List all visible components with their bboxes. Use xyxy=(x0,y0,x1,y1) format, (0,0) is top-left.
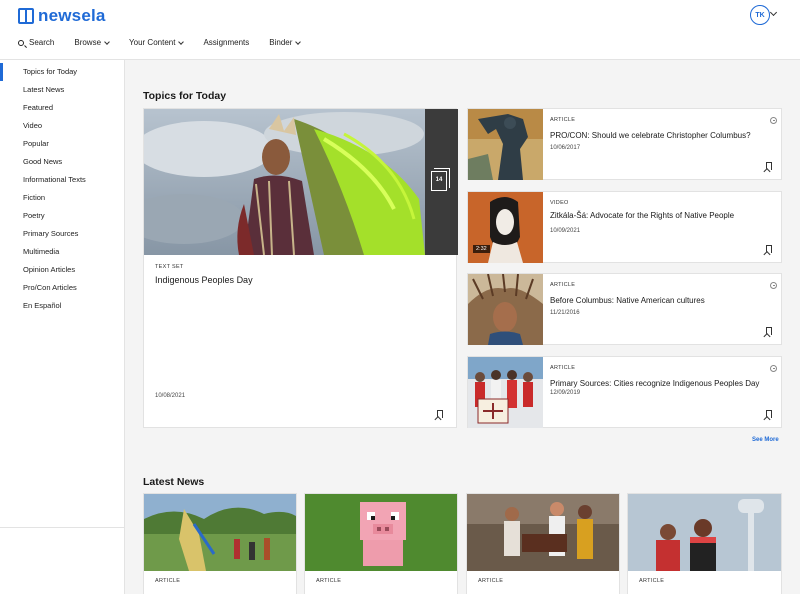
bookmark-icon[interactable] xyxy=(766,162,772,170)
nav-binder[interactable]: Binder xyxy=(269,38,302,47)
news-card-4-kicker: ARTICLE xyxy=(639,578,665,584)
sidebar-item-fiction[interactable]: Fiction xyxy=(0,189,125,207)
topic-card-1-image xyxy=(468,109,543,180)
topic-card-4-kicker: ARTICLE xyxy=(550,365,576,371)
search-icon xyxy=(18,39,24,46)
nav-browse-label: Browse xyxy=(74,38,102,47)
topic-card-4[interactable]: ARTICLE Primary Sources: Cities recogniz… xyxy=(467,356,782,428)
section-title-topics: Topics for Today xyxy=(143,90,227,102)
news-card-1-kicker: ARTICLE xyxy=(155,578,181,584)
featured-title[interactable]: Indigenous Peoples Day xyxy=(155,275,253,286)
topic-card-3-kicker: ARTICLE xyxy=(550,282,576,288)
sidebar-item-topics-for-today[interactable]: Topics for Today xyxy=(0,63,125,81)
news-card-1[interactable]: ARTICLE xyxy=(143,493,297,594)
top-header: newsela TK Search Browse Your Content As… xyxy=(0,0,800,60)
sidebar-item-multimedia[interactable]: Multimedia xyxy=(0,243,125,261)
sidebar-item-popular[interactable]: Popular xyxy=(0,135,125,153)
topic-card-1-date: 10/06/2017 xyxy=(550,145,581,151)
news-card-2-kicker: ARTICLE xyxy=(316,578,342,584)
sidebar-item-good-news[interactable]: Good News xyxy=(0,153,125,171)
topic-card-3[interactable]: ARTICLE Before Columbus: Native American… xyxy=(467,273,782,345)
video-duration: 2:32 xyxy=(473,245,490,253)
bookmark-icon[interactable] xyxy=(766,410,772,418)
newsela-logo[interactable]: newsela xyxy=(18,6,106,26)
topic-card-2-kicker: VIDEO xyxy=(550,200,569,206)
topic-card-2[interactable]: 2:32 VIDEO Zitkála-Šá: Advocate for the … xyxy=(467,191,782,263)
topic-card-4-image xyxy=(468,357,543,428)
nav-search-label: Search xyxy=(29,38,55,47)
chevron-down-icon xyxy=(295,38,302,45)
topic-card-2-title[interactable]: Zitkála-Šá: Advocate for the Rights of N… xyxy=(550,210,765,221)
topic-card-3-date: 11/21/2016 xyxy=(550,310,580,316)
main-nav: Search Browse Your Content Assignments B… xyxy=(18,38,320,47)
sidebar-item-video[interactable]: Video xyxy=(0,117,125,135)
chevron-down-icon[interactable] xyxy=(769,8,778,17)
sidebar-item-en-espanol[interactable]: En Español xyxy=(0,297,125,315)
news-card-3-image xyxy=(467,494,619,571)
nav-your-content-label: Your Content xyxy=(129,38,176,47)
sidebar: Topics for Today Latest News Featured Vi… xyxy=(0,60,125,594)
nav-assignments-label: Assignments xyxy=(203,38,250,47)
article-icon xyxy=(770,282,777,289)
sidebar-item-primary-sources[interactable]: Primary Sources xyxy=(0,225,125,243)
pro-con-icon xyxy=(770,117,777,124)
sidebar-divider xyxy=(0,527,125,528)
news-card-4-image xyxy=(628,494,781,571)
bookmark-icon[interactable] xyxy=(437,410,443,418)
sidebar-item-pro-con-articles[interactable]: Pro/Con Articles xyxy=(0,279,125,297)
featured-kicker: TEXT SET xyxy=(155,264,184,270)
sidebar-item-featured[interactable]: Featured xyxy=(0,99,125,117)
section-title-latest-news: Latest News xyxy=(143,476,205,488)
text-set-count: 14 xyxy=(435,177,443,183)
nav-assignments[interactable]: Assignments xyxy=(203,38,249,47)
topic-card-1-kicker: ARTICLE xyxy=(550,117,576,123)
topic-card-2-date: 10/09/2021 xyxy=(550,228,581,234)
article-icon xyxy=(770,365,777,372)
nav-browse[interactable]: Browse xyxy=(74,38,110,47)
featured-date: 10/08/2021 xyxy=(155,393,186,399)
sidebar-item-opinion-articles[interactable]: Opinion Articles xyxy=(0,261,125,279)
nav-search[interactable]: Search xyxy=(18,38,54,47)
news-card-3[interactable]: ARTICLE xyxy=(466,493,620,594)
sidebar-item-poetry[interactable]: Poetry xyxy=(0,207,125,225)
nav-binder-label: Binder xyxy=(269,38,293,47)
chevron-down-icon xyxy=(178,38,185,45)
news-card-1-image xyxy=(144,494,296,571)
text-set-count-panel: 14 xyxy=(425,109,458,255)
topic-card-1-title[interactable]: PRO/CON: Should we celebrate Christopher… xyxy=(550,130,765,141)
bookmark-icon[interactable] xyxy=(766,245,772,253)
chevron-down-icon xyxy=(104,38,110,45)
news-card-2-image xyxy=(305,494,457,571)
news-card-2[interactable]: ARTICLE xyxy=(304,493,458,594)
sidebar-item-latest-news[interactable]: Latest News xyxy=(0,81,125,99)
see-more-link[interactable]: See More xyxy=(752,437,779,443)
logo-text: newsela xyxy=(38,6,106,25)
bookmark-icon[interactable] xyxy=(766,327,772,335)
topic-card-4-date: 12/09/2019 xyxy=(550,390,581,396)
featured-text-set-card[interactable]: 14 TEXT SET Indigenous Peoples Day 10/08… xyxy=(143,108,458,428)
news-card-3-kicker: ARTICLE xyxy=(478,578,504,584)
news-card-4[interactable]: ARTICLE xyxy=(627,493,782,594)
nav-your-content[interactable]: Your Content xyxy=(129,38,185,47)
topic-card-4-title[interactable]: Primary Sources: Cities recognize Indige… xyxy=(550,378,765,389)
user-avatar[interactable]: TK xyxy=(750,5,770,25)
newsela-logo-icon xyxy=(18,8,34,24)
featured-image xyxy=(144,109,425,255)
topic-card-1[interactable]: ARTICLE PRO/CON: Should we celebrate Chr… xyxy=(467,108,782,180)
topic-card-3-image xyxy=(468,274,543,345)
topic-card-3-title[interactable]: Before Columbus: Native American culture… xyxy=(550,295,765,306)
sidebar-item-informational-texts[interactable]: Informational Texts xyxy=(0,171,125,189)
